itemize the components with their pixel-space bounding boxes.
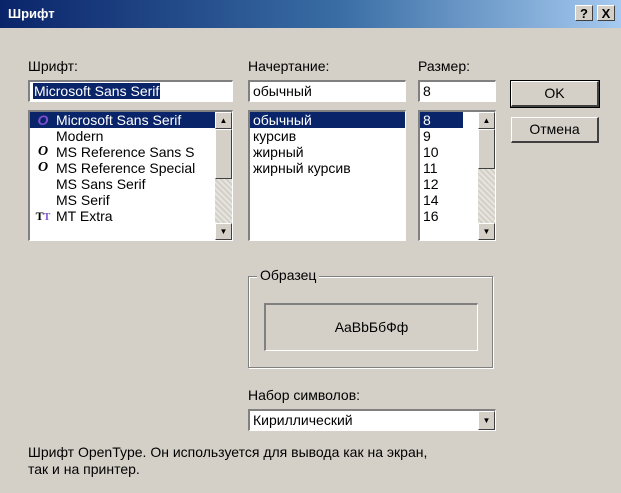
font-list-item-label: MS Sans Serif bbox=[56, 176, 146, 192]
font-list-item[interactable]: O Microsoft Sans Serif bbox=[30, 112, 232, 128]
style-input[interactable]: обычный bbox=[248, 80, 406, 102]
font-list-item-label: Modern bbox=[56, 128, 104, 144]
charset-select[interactable]: Кириллический ▼ bbox=[248, 409, 496, 431]
size-list-item[interactable]: 10 bbox=[420, 144, 463, 160]
style-list-item[interactable]: жирный курсив bbox=[250, 160, 405, 176]
charset-label: Набор символов: bbox=[248, 387, 361, 403]
font-list-item-label: Microsoft Sans Serif bbox=[56, 112, 182, 128]
font-list-item[interactable]: MS Sans Serif bbox=[30, 176, 232, 192]
help-button[interactable]: ? bbox=[575, 5, 593, 21]
sample-title: Образец bbox=[257, 267, 320, 283]
style-list-items: обычный курсив жирный жирный курсив bbox=[250, 112, 405, 176]
font-list-item[interactable]: MS Serif bbox=[30, 192, 232, 208]
font-list-item[interactable]: Modern bbox=[30, 128, 232, 144]
font-label: Шрифт: bbox=[28, 58, 78, 74]
scroll-down-icon[interactable]: ▼ bbox=[478, 223, 495, 240]
size-list-item[interactable]: 14 bbox=[420, 192, 463, 208]
font-description: Шрифт OpenType. Он используется для выво… bbox=[28, 444, 427, 478]
style-list-item[interactable]: курсив bbox=[250, 128, 405, 144]
size-list[interactable]: 8 9 10 11 12 14 16 ▲ ▼ bbox=[418, 110, 496, 241]
font-list-item[interactable]: O MS Reference Special bbox=[30, 160, 232, 176]
scroll-thumb[interactable] bbox=[215, 129, 232, 179]
style-label: Начертание: bbox=[248, 58, 330, 74]
style-list-item[interactable]: обычный bbox=[250, 112, 405, 128]
title-bar[interactable]: Шрифт ? X bbox=[0, 0, 621, 28]
size-list-item[interactable]: 9 bbox=[420, 128, 463, 144]
font-dialog: Шрифт ? X Шрифт: Microsoft Sans Serif OM… bbox=[0, 0, 621, 493]
opentype-icon: O bbox=[37, 112, 49, 128]
opentype-icon: O bbox=[37, 160, 49, 175]
window-title: Шрифт bbox=[8, 6, 55, 21]
opentype-icon: O bbox=[37, 144, 49, 159]
close-button[interactable]: X bbox=[597, 5, 615, 21]
scroll-up-icon[interactable]: ▲ bbox=[215, 112, 232, 129]
description-line-2: так и на принтер. bbox=[28, 461, 140, 477]
font-list-items: O Microsoft Sans Serif Modern O MS Reference… bbox=[30, 112, 232, 224]
description-line-1: Шрифт OpenType. Он используется для выво… bbox=[28, 444, 428, 460]
truetype-icon: TT bbox=[35, 209, 51, 223]
size-list-item[interactable]: 8 bbox=[420, 112, 463, 128]
font-list-item-label: MS Reference Special bbox=[56, 160, 196, 176]
charset-value: Кириллический bbox=[253, 412, 353, 428]
size-list-item[interactable]: 12 bbox=[420, 176, 463, 192]
font-list-scrollbar[interactable]: ▲ ▼ bbox=[215, 112, 232, 240]
font-list-item[interactable]: TT MT Extra bbox=[30, 208, 232, 224]
style-list-item[interactable]: жирный bbox=[250, 144, 405, 160]
font-list-item-label: MS Reference Sans S bbox=[56, 144, 195, 160]
size-input[interactable]: 8 bbox=[418, 80, 496, 102]
font-list-item-label: MT Extra bbox=[56, 208, 113, 224]
style-list[interactable]: обычный курсив жирный жирный курсив bbox=[248, 110, 406, 241]
font-list-item[interactable]: O MS Reference Sans S bbox=[30, 144, 232, 160]
ok-button[interactable]: OK bbox=[510, 80, 600, 108]
size-label: Размер: bbox=[418, 58, 471, 74]
size-list-scrollbar[interactable]: ▲ ▼ bbox=[478, 112, 495, 240]
font-list[interactable]: O Microsoft Sans Serif Modern O MS Reference… bbox=[28, 110, 233, 241]
font-list-item-label: MS Serif bbox=[56, 192, 110, 208]
scroll-up-icon[interactable]: ▲ bbox=[478, 112, 495, 129]
font-name-input[interactable]: Microsoft Sans Serif bbox=[28, 80, 233, 102]
size-list-item[interactable]: 11 bbox=[420, 160, 463, 176]
scroll-down-icon[interactable]: ▼ bbox=[215, 223, 232, 240]
sample-preview: AaBbБбФф bbox=[264, 303, 478, 351]
cancel-button[interactable]: Отмена bbox=[511, 117, 599, 143]
font-name-value: Microsoft Sans Serif bbox=[33, 83, 161, 99]
size-list-item[interactable]: 16 bbox=[420, 208, 463, 224]
scroll-thumb[interactable] bbox=[478, 129, 495, 169]
chevron-down-icon[interactable]: ▼ bbox=[478, 411, 495, 430]
